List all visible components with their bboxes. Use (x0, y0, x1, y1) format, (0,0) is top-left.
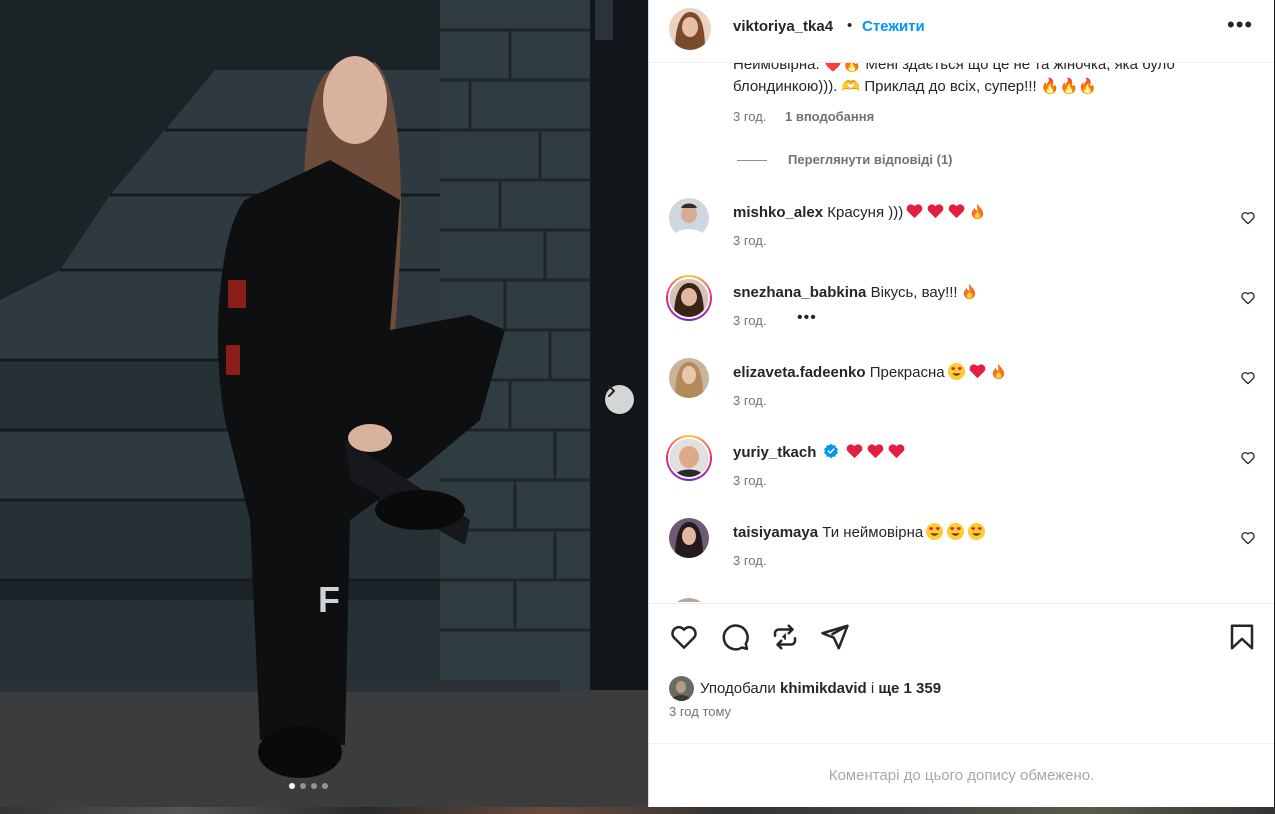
comment-time: 3 год. (733, 313, 767, 328)
author-username[interactable]: viktoriya_tka4 (733, 18, 833, 35)
replies-line (737, 160, 767, 161)
comment-avatar[interactable] (669, 518, 709, 558)
fire-icon (972, 203, 984, 220)
liker-username[interactable]: khimikdavid (780, 680, 867, 697)
carousel-dot (311, 783, 317, 789)
red-heart-icon (927, 204, 944, 219)
comment-line: snezhana_babkina Вікусь, вау!!! (733, 282, 979, 301)
chevron-right-icon (608, 385, 615, 397)
red-heart-icon (867, 444, 884, 459)
author-avatar[interactable] (669, 8, 711, 50)
carousel-indicator (289, 783, 328, 789)
carousel-dot (300, 783, 306, 789)
comment-avatar[interactable] (669, 598, 709, 602)
more-options-button[interactable]: ••• (1227, 14, 1253, 36)
like-comment-heart-icon[interactable] (1240, 210, 1256, 226)
repost-icon[interactable] (770, 622, 800, 652)
comment-time: 3 год. (733, 393, 767, 408)
comment-username[interactable]: yuriy_tkach (733, 444, 816, 461)
likes-prefix: Уподобали (700, 680, 776, 697)
likes-count[interactable]: ще 1 359 (878, 680, 941, 697)
comment-text: Красуня ))) (827, 204, 904, 221)
like-heart-icon[interactable] (669, 622, 699, 652)
red-heart-icon (846, 444, 863, 459)
svg-text:F: F (318, 579, 340, 620)
view-replies-button[interactable]: Переглянути відповіді (1) (788, 152, 953, 167)
photo-illustration: F (0, 0, 648, 807)
red-heart-icon (906, 204, 923, 219)
post-header: viktoriya_tka4 • Стежити ••• (649, 0, 1274, 63)
red-heart-icon (888, 444, 905, 459)
comment-bubble-icon[interactable] (720, 622, 750, 652)
comments-limited-notice: Коментарі до цього допису обмежено. (649, 743, 1274, 808)
comment-more-button[interactable]: ••• (797, 309, 817, 327)
comment-line: mishko_alex Красуня ))) (733, 202, 987, 221)
background-strip (0, 807, 1275, 814)
share-paper-plane-icon[interactable] (820, 622, 850, 652)
comment-line: elizaveta.fadeenko Прекрасна (733, 362, 1008, 381)
comment-username[interactable]: taisiyamaya (733, 524, 818, 541)
next-image-button[interactable] (605, 385, 634, 414)
like-comment-heart-icon[interactable] (1240, 450, 1256, 466)
heart-eyes-emoji-icon (968, 522, 986, 541)
caption-likes[interactable]: 1 вподобання (785, 109, 874, 124)
comment-username[interactable]: snezhana_babkina (733, 284, 866, 301)
comment-text: Прекрасна (869, 364, 945, 381)
carousel-dot (289, 783, 295, 789)
separator-dot: • (847, 17, 853, 34)
comment-username[interactable]: elizaveta.fadeenko (733, 364, 866, 381)
red-heart-icon (969, 364, 985, 379)
post-side-panel: viktoriya_tka4 • Стежити ••• Неймовірна.… (648, 0, 1274, 807)
caption-time: 3 год. (733, 109, 767, 124)
liker-avatar[interactable] (669, 676, 694, 701)
like-comment-heart-icon[interactable] (1240, 290, 1256, 306)
comment-time: 3 год. (733, 473, 767, 488)
heart-eyes-emoji-icon (947, 362, 965, 381)
fire-icon (963, 283, 975, 300)
post-photo[interactable]: F (0, 0, 648, 807)
comment-username[interactable]: mishko_alex (733, 204, 823, 221)
post-actions: Уподобали khimikdavid і ще 1 359 3 год т… (649, 603, 1274, 744)
comment-time: 3 год. (733, 233, 767, 248)
caption-text: Неймовірна. ❤️🔥 Мені здається що це не т… (733, 62, 1175, 95)
comment-text: Ти неймовірна (822, 524, 924, 541)
comment-line: taisiyamaya Ти неймовірна (733, 522, 986, 541)
carousel-dot (322, 783, 328, 789)
save-bookmark-icon[interactable] (1227, 622, 1257, 652)
comment-line: yuriy_tkach (733, 442, 906, 461)
verified-badge-icon (823, 443, 838, 459)
red-heart-icon (948, 204, 965, 219)
like-comment-heart-icon[interactable] (1240, 370, 1256, 386)
comment-avatar[interactable] (669, 198, 709, 238)
comment-avatar[interactable] (666, 275, 712, 321)
like-comment-heart-icon[interactable] (1240, 530, 1256, 546)
heart-eyes-emoji-icon (947, 522, 965, 541)
comment-time: 3 год. (733, 553, 767, 568)
post-timestamp[interactable]: 3 год тому (669, 704, 731, 719)
fire-icon (992, 363, 1004, 380)
likes-summary: Уподобали khimikdavid і ще 1 359 (669, 676, 941, 701)
comment-text: Вікусь, вау!!! (870, 284, 958, 301)
likes-middle: і (870, 680, 875, 697)
comments-list[interactable]: Неймовірна. ❤️🔥 Мені здається що це не т… (649, 62, 1274, 602)
heart-eyes-emoji-icon (926, 522, 944, 541)
comment-avatar[interactable] (669, 358, 709, 398)
follow-button[interactable]: Стежити (862, 18, 925, 35)
comment-avatar[interactable] (666, 435, 712, 481)
